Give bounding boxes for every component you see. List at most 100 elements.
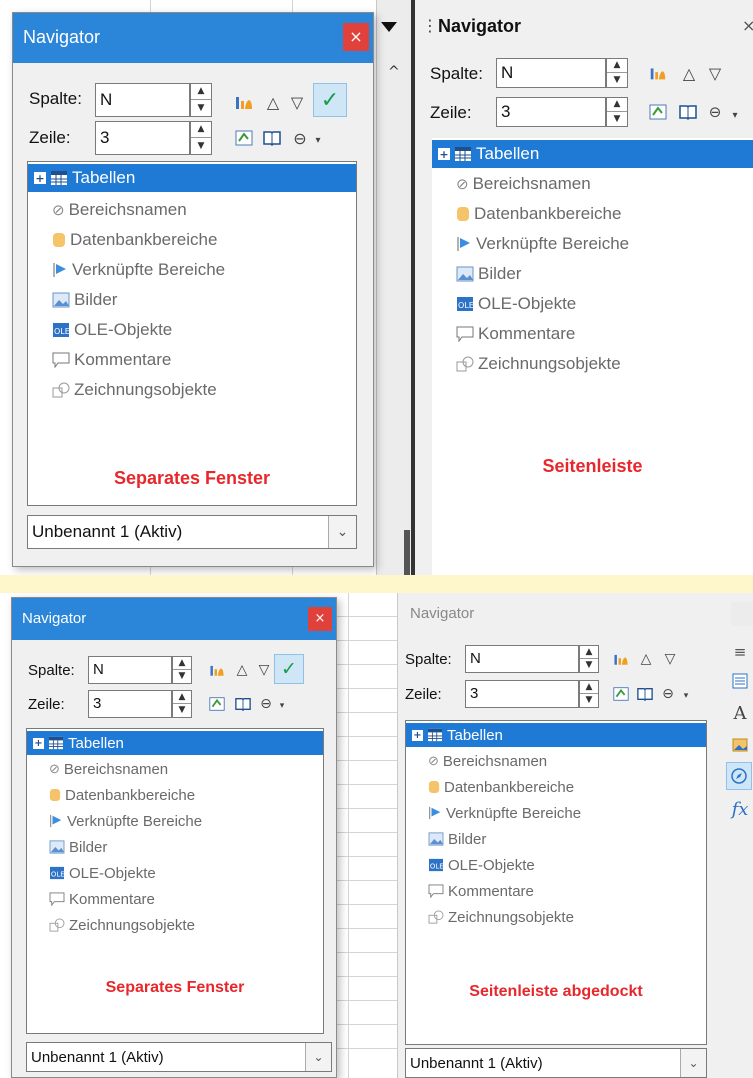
tree-item-tabellen[interactable]: + Tabellen xyxy=(27,731,323,755)
scrollbar-up-icon[interactable]: ^ xyxy=(388,64,400,80)
scenario-icon[interactable] xyxy=(231,125,257,151)
tree-item-bereichsnamen[interactable]: ⊘ Bereichsnamen xyxy=(28,196,356,224)
functions-icon[interactable]: fx xyxy=(728,796,752,822)
document-select[interactable]: Unbenannt 1 (Aktiv) ⌄ xyxy=(27,515,357,549)
tree-item-bilder[interactable]: Bilder xyxy=(27,835,323,859)
styles-icon[interactable]: A xyxy=(728,700,752,726)
chevron-down-icon[interactable]: ⌄ xyxy=(305,1043,331,1071)
previous-arrow-icon[interactable]: △ xyxy=(678,60,700,86)
column-spinner[interactable]: ▲ ▼ xyxy=(190,83,212,117)
tree-item-zeichnungsobjekte[interactable]: Zeichnungsobjekte xyxy=(28,376,356,404)
row-input[interactable]: 3 xyxy=(88,690,172,718)
tree-item-bilder[interactable]: Bilder xyxy=(28,286,356,314)
next-arrow-icon[interactable]: ▽ xyxy=(704,60,726,86)
column-input[interactable]: N xyxy=(88,656,172,684)
tree-item-kommentare[interactable]: Kommentare xyxy=(27,887,323,911)
chevron-down-icon[interactable]: ⌄ xyxy=(328,516,356,548)
close-button[interactable]: × xyxy=(343,23,369,51)
next-arrow-icon[interactable]: ▽ xyxy=(254,658,274,682)
tree-item-tabellen[interactable]: + Tabellen xyxy=(406,723,706,747)
column-input[interactable]: N xyxy=(95,83,190,117)
book-icon[interactable] xyxy=(676,99,700,125)
column-spinner[interactable]: ▲ ▼ xyxy=(172,656,192,684)
tree-item-ole-objekte[interactable]: OLE OLE-Objekte xyxy=(406,853,706,877)
data-range-icon[interactable] xyxy=(231,89,257,115)
menu-icon[interactable]: ≡ xyxy=(728,640,752,664)
data-range-icon[interactable] xyxy=(206,658,228,682)
chevron-down-icon[interactable]: ▾ xyxy=(728,104,742,126)
expand-icon[interactable]: + xyxy=(412,729,423,741)
row-input[interactable]: 3 xyxy=(95,121,190,155)
tree-item-verknuepfte-bereiche[interactable]: Verknüpfte Bereiche xyxy=(28,256,356,284)
tree-item-kommentare[interactable]: Kommentare xyxy=(406,879,706,903)
row-spinner[interactable]: ▲ ▼ xyxy=(606,97,628,127)
close-icon[interactable]: × xyxy=(742,16,753,35)
book-icon[interactable] xyxy=(232,692,254,716)
row-input[interactable]: 3 xyxy=(465,680,579,708)
chevron-down-icon[interactable]: ▾ xyxy=(311,129,325,151)
document-select[interactable]: Unbenannt 1 (Aktiv) ⌄ xyxy=(405,1048,707,1078)
row-spinner[interactable]: ▲ ▼ xyxy=(579,680,599,708)
tree-item-verknuepfte-bereiche[interactable]: Verknüpfte Bereiche xyxy=(432,230,753,258)
tree-item-ole-objekte[interactable]: OLE OLE-Objekte xyxy=(27,861,323,885)
tree-item-zeichnungsobjekte[interactable]: Zeichnungsobjekte xyxy=(406,905,706,929)
data-range-icon[interactable] xyxy=(610,647,632,671)
navigator-icon[interactable] xyxy=(726,762,752,790)
column-spinner[interactable]: ▲ ▼ xyxy=(606,58,628,88)
gallery-icon[interactable] xyxy=(728,732,752,758)
properties-icon[interactable] xyxy=(728,668,752,694)
tree-item-verknuepfte-bereiche[interactable]: Verknüpfte Bereiche xyxy=(406,801,706,825)
tree-item-kommentare[interactable]: Kommentare xyxy=(28,346,356,374)
expand-icon[interactable]: + xyxy=(438,148,450,161)
chevron-down-icon[interactable]: ▾ xyxy=(680,686,692,706)
previous-arrow-icon[interactable]: △ xyxy=(636,647,656,671)
tree-item-datenbankbereiche[interactable]: Datenbankbereiche xyxy=(28,226,356,254)
tree-item-tabellen[interactable]: + Tabellen xyxy=(432,140,753,168)
tree-item-datenbankbereiche[interactable]: Datenbankbereiche xyxy=(406,775,706,799)
tree-item-ole-objekte[interactable]: OLE OLE-Objekte xyxy=(432,290,753,318)
tree-item-datenbankbereiche[interactable]: Datenbankbereiche xyxy=(27,783,323,807)
scroll-thumb[interactable] xyxy=(404,530,410,575)
close-button[interactable]: × xyxy=(308,607,332,631)
scenario-icon[interactable] xyxy=(206,692,228,716)
row-spinner[interactable]: ▲ ▼ xyxy=(172,690,192,718)
next-arrow-icon[interactable]: ▽ xyxy=(660,647,680,671)
link-icon[interactable]: ⊖ xyxy=(704,99,726,125)
column-spinner[interactable]: ▲ ▼ xyxy=(579,645,599,673)
toggle-check-button[interactable]: ✓ xyxy=(274,654,304,684)
tree-item-datenbankbereiche[interactable]: Datenbankbereiche xyxy=(432,200,753,228)
row-input[interactable]: 3 xyxy=(496,97,606,127)
scenario-icon[interactable] xyxy=(646,99,670,125)
tree-item-bereichsnamen[interactable]: ⊘ Bereichsnamen xyxy=(27,757,323,781)
title-bar[interactable]: Navigator × xyxy=(13,13,373,63)
data-range-icon[interactable] xyxy=(646,60,670,86)
link-icon[interactable]: ⊖ xyxy=(287,125,313,151)
expand-icon[interactable]: + xyxy=(33,737,44,749)
scenario-icon[interactable] xyxy=(610,682,632,706)
drag-handle-icon[interactable]: ⋮ xyxy=(422,16,438,35)
tree-item-kommentare[interactable]: Kommentare xyxy=(432,320,753,348)
previous-arrow-icon[interactable]: △ xyxy=(232,658,252,682)
chevron-down-icon[interactable]: ▾ xyxy=(276,696,288,716)
toggle-check-button[interactable]: ✓ xyxy=(313,83,347,117)
column-input[interactable]: N xyxy=(465,645,579,673)
tree-item-ole-objekte[interactable]: OLE OLE-Objekte xyxy=(28,316,356,344)
tree-item-bereichsnamen[interactable]: ⊘ Bereichsnamen xyxy=(406,749,706,773)
book-icon[interactable] xyxy=(259,125,285,151)
column-input[interactable]: N xyxy=(496,58,606,88)
book-icon[interactable] xyxy=(634,682,656,706)
tree-item-bilder[interactable]: Bilder xyxy=(432,260,753,288)
previous-arrow-icon[interactable]: △ xyxy=(261,89,285,115)
tree-item-tabellen[interactable]: + Tabellen xyxy=(28,164,356,192)
tree-item-bereichsnamen[interactable]: ⊘ Bereichsnamen xyxy=(432,170,753,198)
close-button[interactable]: × xyxy=(731,602,753,626)
tree-item-zeichnungsobjekte[interactable]: Zeichnungsobjekte xyxy=(27,913,323,937)
tree-item-bilder[interactable]: Bilder xyxy=(406,827,706,851)
next-arrow-icon[interactable]: ▽ xyxy=(285,89,309,115)
link-icon[interactable]: ⊖ xyxy=(256,692,276,716)
title-bar[interactable]: Navigator × xyxy=(12,598,336,640)
chevron-down-icon[interactable]: ⌄ xyxy=(680,1049,706,1077)
tree-item-verknuepfte-bereiche[interactable]: Verknüpfte Bereiche xyxy=(27,809,323,833)
tree-item-zeichnungsobjekte[interactable]: Zeichnungsobjekte xyxy=(432,350,753,378)
document-select[interactable]: Unbenannt 1 (Aktiv) ⌄ xyxy=(26,1042,332,1072)
